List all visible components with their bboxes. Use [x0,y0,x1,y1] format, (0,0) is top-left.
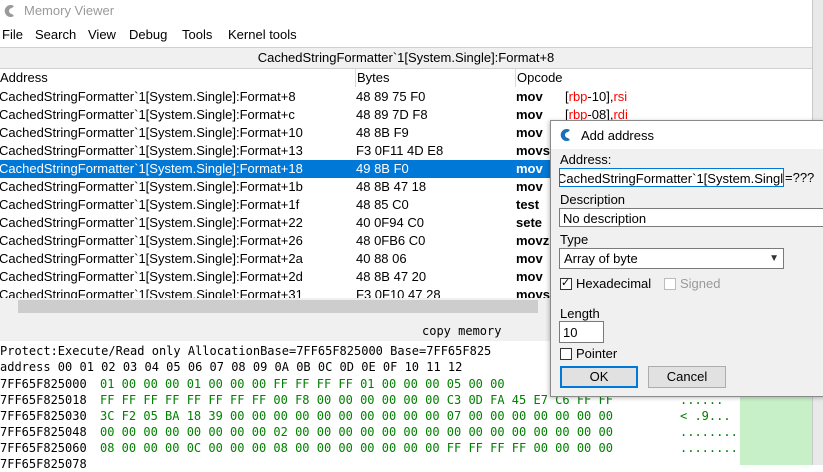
disasm-bytes: 48 8B 47 18 [356,179,427,194]
disasm-address: CachedStringFormatter`1[System.Single]:F… [0,215,303,230]
disasm-address: CachedStringFormatter`1[System.Single]:F… [0,197,300,212]
cheat-engine-icon [560,129,570,141]
hexview-address: 7FF65F825000 [0,377,87,391]
pointer-label: Pointer [576,346,618,361]
hexview-bytes: FF FF FF FF FF FF FF FF 00 F8 00 00 00 0… [100,393,613,407]
disasm-opcode: mov [516,269,543,284]
length-label: Length [560,306,600,321]
cheat-engine-icon [4,4,14,17]
disasm-opcode: sete [516,215,543,230]
disasm-bytes: 49 8B F0 [356,161,409,176]
disasm-bytes: 40 88 06 [356,251,407,266]
disasm-address: CachedStringFormatter`1[System.Single]:F… [0,287,303,298]
hexview-bytes: 08 00 00 00 0C 00 00 00 08 00 00 00 00 0… [100,441,613,455]
menu-tools[interactable]: Tools [182,27,212,42]
menu-kernel-tools[interactable]: Kernel tools [228,27,297,42]
hexview-row[interactable]: 7FF65F825078 [0,456,812,472]
register-name: rsi [613,89,628,104]
cancel-button[interactable]: Cancel [648,366,726,388]
ok-button[interactable]: OK [560,366,638,388]
description-field[interactable]: No description [559,208,823,227]
hexadecimal-label: Hexadecimal [576,276,652,291]
column-header-address[interactable]: Address [0,69,356,87]
disasm-address: CachedStringFormatter`1[System.Single]:F… [0,233,303,248]
hexadecimal-checkbox[interactable]: ✓ [560,277,572,290]
disasm-opcode: test [516,197,540,212]
column-header-bytes[interactable]: Bytes [356,69,516,87]
chevron-down-icon: ▼ [769,253,779,264]
length-field[interactable]: 10 [559,321,604,343]
hexview-address: 7FF65F825078 [0,457,87,471]
disasm-bytes: 40 0F94 C0 [356,215,424,230]
hexview-row[interactable]: 7FF65F825048 00 00 00 00 00 00 00 00 02 0… [0,424,812,440]
dialog-title: Add address [581,128,654,143]
menu-bar: File Search View Debug Tools Kernel tool… [0,25,812,45]
disasm-opcode: mov [516,125,543,140]
column-header-opcode[interactable]: Opcode [516,69,812,87]
disasm-bytes: 48 89 75 F0 [356,89,426,104]
disasm-row[interactable]: CachedStringFormatter`1[System.Single]:F… [0,88,812,106]
operand-text: -10], [587,89,614,104]
disasm-bytes: 48 0FB6 C0 [356,233,426,248]
pointer-checkbox[interactable] [560,348,572,360]
signed-label: Signed [680,276,721,291]
disasm-address: CachedStringFormatter`1[System.Single]:F… [0,161,303,176]
disasm-bytes: F3 0F10 47 28 [356,287,441,298]
copy-memory-label: copy memory [422,324,502,338]
menu-search[interactable]: Search [35,27,76,42]
disasm-opcode: mov [516,89,543,104]
hexview-ascii: < .9... [680,409,731,423]
disasm-opcode: mov [516,251,543,266]
disasm-opcode: mov [516,179,543,194]
menu-file[interactable]: File [2,27,23,42]
disasm-bytes: 48 85 C0 [356,197,409,212]
hexview-bytes: 00 00 00 00 00 00 00 00 02 00 00 00 00 0… [100,425,613,439]
address-label: Address: [560,152,612,167]
add-address-dialog: Add address Address: CachedStringFormatt… [550,120,823,397]
scrollbar-thumb[interactable] [18,300,538,313]
disasm-operands: [rbp-10],rsi [565,88,627,106]
hexview-address: 7FF65F825018 [0,393,87,407]
dialog-titlebar: Add address [551,121,823,149]
disasm-opcode: mov [516,161,543,176]
disasm-address: CachedStringFormatter`1[System.Single]:F… [0,143,303,158]
disasm-address: CachedStringFormatter`1[System.Single]:F… [0,125,303,140]
disassembler-title: CachedStringFormatter`1[System.Single]:F… [0,47,812,69]
description-label: Description [560,192,626,207]
disasm-bytes: 48 89 7D F8 [356,107,428,122]
address-value-result: =??? [785,170,815,185]
disasm-address: CachedStringFormatter`1[System.Single]:F… [0,179,303,194]
disasm-address: CachedStringFormatter`1[System.Single]:F… [0,251,303,266]
disasm-address: CachedStringFormatter`1[System.Single]:F… [0,269,303,284]
checkmark-icon: ✓ [561,277,571,289]
disasm-opcode: movz [516,233,550,248]
disasm-bytes: 48 8B 47 20 [356,269,427,284]
disasm-address: CachedStringFormatter`1[System.Single]:F… [0,107,295,122]
disasm-bytes: F3 0F11 4D E8 [356,143,444,158]
disasm-bytes: 48 8B F9 [356,125,409,140]
disasm-address: CachedStringFormatter`1[System.Single]:F… [0,89,296,104]
register-name: rbp [568,89,588,104]
disasm-opcode: mov [516,107,543,122]
menu-view[interactable]: View [88,27,116,42]
menu-debug[interactable]: Debug [129,27,167,42]
address-field[interactable]: CachedStringFormatter`1[System.Single] [559,168,784,187]
hexview-bytes: 01 00 00 00 01 00 00 00 FF FF FF FF 01 0… [100,377,505,391]
hexview-address: 7FF65F825030 [0,409,87,423]
type-select[interactable]: Array of byte ▼ [559,248,784,269]
hexview-bytes: 3C F2 05 BA 18 39 00 00 00 00 00 00 00 0… [100,409,613,423]
window-title: Memory Viewer [24,3,115,18]
horizontal-scrollbar[interactable] [0,298,555,315]
hexview-row[interactable]: 7FF65F825030 3C F2 05 BA 18 39 00 00 00 0… [0,408,812,424]
signed-checkbox[interactable] [664,278,676,290]
type-label: Type [560,232,589,247]
hexview-address: 7FF65F825048 [0,425,87,439]
hexview-row[interactable]: 7FF65F825060 08 00 00 00 0C 00 00 00 08 0… [0,440,812,456]
hexview-ascii: ........ [680,425,738,439]
hexview-ascii: ........ [680,441,738,455]
window-titlebar: Memory Viewer [0,0,812,24]
hexview-address: 7FF65F825060 [0,441,87,455]
